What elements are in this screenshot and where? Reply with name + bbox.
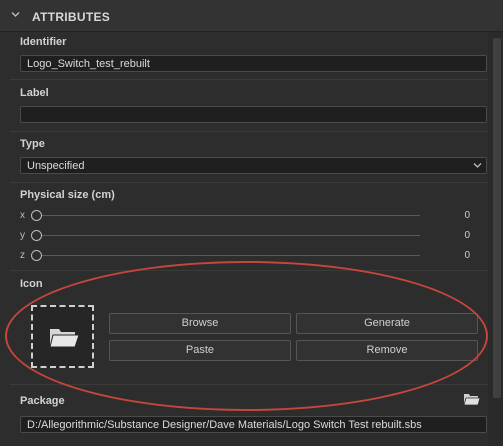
chevron-down-icon[interactable]	[473, 162, 482, 169]
divider	[10, 182, 488, 183]
slider-track[interactable]	[36, 255, 420, 256]
generate-button[interactable]: Generate	[296, 313, 478, 334]
icon-label: Icon	[20, 278, 43, 290]
folder-open-icon[interactable]	[463, 392, 481, 406]
label-field[interactable]	[20, 106, 487, 123]
identifier-field[interactable]: Logo_Switch_test_rebuilt	[20, 55, 487, 72]
folder-open-icon	[49, 329, 80, 348]
paste-button[interactable]: Paste	[109, 340, 291, 361]
size-z-slider[interactable]: z 0	[20, 248, 476, 262]
slider-value[interactable]: 0	[464, 230, 470, 241]
label-label: Label	[20, 87, 49, 99]
scrollbar-thumb[interactable]	[493, 38, 501, 398]
panel-title: ATTRIBUTES	[32, 10, 111, 24]
identifier-label: Identifier	[20, 36, 67, 48]
type-label: Type	[20, 138, 45, 150]
slider-track[interactable]	[36, 215, 420, 216]
type-select-value: Unspecified	[27, 160, 85, 172]
divider	[10, 131, 488, 132]
axis-label: y	[20, 230, 25, 241]
attributes-header[interactable]: ATTRIBUTES	[0, 0, 503, 32]
slider-track[interactable]	[36, 235, 420, 236]
slider-handle[interactable]	[31, 210, 42, 221]
type-select[interactable]: Unspecified	[20, 157, 487, 174]
axis-label: z	[20, 250, 25, 261]
package-label: Package	[20, 395, 65, 407]
slider-value[interactable]: 0	[464, 250, 470, 261]
divider	[10, 270, 488, 271]
remove-button[interactable]: Remove	[296, 340, 478, 361]
browse-button[interactable]: Browse	[109, 313, 291, 334]
slider-value[interactable]: 0	[464, 210, 470, 221]
axis-label: x	[20, 210, 25, 221]
slider-handle[interactable]	[31, 230, 42, 241]
size-x-slider[interactable]: x 0	[20, 208, 476, 222]
package-path-field[interactable]: D:/Allegorithmic/Substance Designer/Dave…	[20, 416, 487, 433]
chevron-down-icon[interactable]	[11, 10, 20, 19]
vertical-scrollbar[interactable]	[490, 32, 503, 446]
icon-preview[interactable]	[31, 305, 94, 368]
size-y-slider[interactable]: y 0	[20, 228, 476, 242]
divider	[10, 79, 488, 80]
physical-size-label: Physical size (cm)	[20, 189, 115, 201]
divider	[10, 384, 488, 385]
slider-handle[interactable]	[31, 250, 42, 261]
